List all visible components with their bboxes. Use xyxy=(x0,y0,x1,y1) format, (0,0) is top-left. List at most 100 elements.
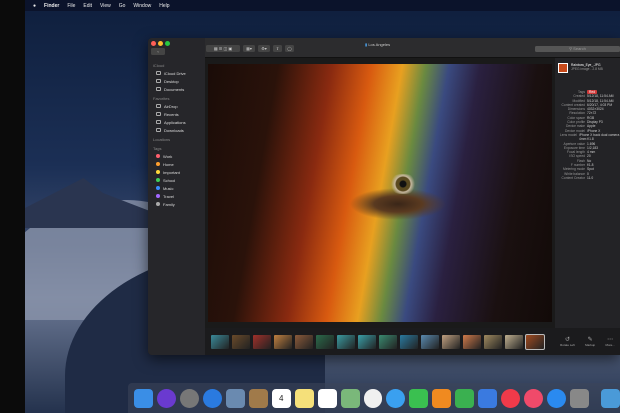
finder-icon[interactable] xyxy=(134,388,153,408)
sidebar-tag-family[interactable]: Family xyxy=(148,200,205,208)
finder-window: ‹ iCloud iCloud Drive Desktop Documents Favo… xyxy=(148,38,620,355)
sidebar-tag-work[interactable]: Work xyxy=(148,152,205,160)
photo-rainbow-eye[interactable] xyxy=(208,64,552,322)
markup-icon: ✎ xyxy=(587,337,593,343)
action-gear-icon[interactable]: ⚙▾ xyxy=(258,45,270,52)
sidebar-item-icloud[interactable]: Desktop xyxy=(148,77,205,85)
menu-help[interactable]: Help xyxy=(159,3,169,9)
system-preferences-icon[interactable] xyxy=(570,388,590,408)
filmstrip-thumbnail[interactable] xyxy=(525,333,545,350)
metadata-row: Lens model iPhone X back dual camera 4mm … xyxy=(555,133,620,142)
mail-photo-icon[interactable] xyxy=(225,388,245,408)
filmstrip-thumbnail[interactable] xyxy=(232,334,250,349)
filmstrip xyxy=(205,328,555,355)
close-button[interactable] xyxy=(151,41,156,46)
photos-icon[interactable] xyxy=(363,388,383,408)
minimize-button[interactable] xyxy=(158,41,163,46)
sidebar-item-favorite[interactable]: AirDrop xyxy=(148,102,205,110)
metadata-value: iPhone X back dual camera 4mm f/1.8 xyxy=(579,132,620,142)
safari-icon[interactable] xyxy=(202,388,222,408)
filmstrip-thumbnail[interactable] xyxy=(484,334,502,349)
sidebar-tag-home[interactable]: Home xyxy=(148,160,205,168)
group-button[interactable]: ▦▾ xyxy=(243,45,255,52)
markup-button[interactable]: ✎ Markup xyxy=(585,336,595,347)
apple-icon[interactable]: ● xyxy=(33,3,36,9)
filmstrip-thumbnail[interactable] xyxy=(316,334,334,349)
keynote-icon[interactable] xyxy=(478,388,498,408)
app-store-icon[interactable] xyxy=(547,388,567,408)
menu-file[interactable]: File xyxy=(67,3,75,9)
sidebar-item-label: Documents xyxy=(164,86,185,92)
tag-label: Music xyxy=(163,185,174,191)
window-title-text: Los Angeles xyxy=(368,42,391,47)
view-mode-buttons[interactable]: ▦ ☰ ◫ ▣ xyxy=(206,45,240,52)
folder-icon: ▮ xyxy=(365,42,368,47)
siri-icon[interactable] xyxy=(156,388,176,408)
file-kind: JPEG image - 2.8 MB xyxy=(571,67,603,71)
icloud-icon xyxy=(156,79,161,83)
sidebar-tag-music[interactable]: Music xyxy=(148,184,205,192)
sidebar-section-header: Favorites xyxy=(153,96,170,101)
tag-label: School xyxy=(163,177,176,183)
zoom-button[interactable] xyxy=(165,41,170,46)
back-forward-button[interactable]: ‹ xyxy=(151,48,165,55)
numbers-icon[interactable] xyxy=(455,388,475,408)
launchpad-icon[interactable] xyxy=(179,388,199,408)
pages-icon[interactable] xyxy=(432,388,452,408)
sidebar-item-icloud[interactable]: iCloud Drive xyxy=(148,69,205,77)
tag-icon[interactable]: ◯ xyxy=(285,45,294,52)
news-icon[interactable] xyxy=(501,388,521,408)
menu-go[interactable]: Go xyxy=(119,3,126,9)
rotate-left-button[interactable]: ↺ Rotate Left xyxy=(560,336,575,347)
sidebar-item-favorite[interactable]: Recents xyxy=(148,110,205,118)
downloads-folder-icon[interactable] xyxy=(601,388,620,408)
sidebar-item-favorite[interactable]: Downloads xyxy=(148,126,205,134)
filmstrip-thumbnail[interactable] xyxy=(463,334,481,349)
filmstrip-thumbnail[interactable] xyxy=(253,334,271,349)
calendar-day: 4 xyxy=(278,393,284,403)
music-icon[interactable] xyxy=(524,388,544,408)
sidebar-item-favorite[interactable]: Applications xyxy=(148,118,205,126)
sidebar-section-header: Locations xyxy=(153,137,171,142)
sidebar-item-icloud[interactable]: Documents xyxy=(148,85,205,93)
tag-color-dot xyxy=(156,154,160,158)
menu-window[interactable]: Window xyxy=(133,3,151,9)
filmstrip-thumbnail[interactable] xyxy=(337,334,355,349)
sidebar-tag-important[interactable]: Important xyxy=(148,168,205,176)
reminders-icon[interactable] xyxy=(317,388,337,408)
filmstrip-thumbnail[interactable] xyxy=(505,334,523,349)
filmstrip-thumbnail[interactable] xyxy=(358,334,376,349)
sidebar-item-label: Desktop xyxy=(164,78,179,84)
metadata-key: Content Creator xyxy=(561,175,585,180)
metadata-row: Content Creator 11.0 xyxy=(555,176,620,180)
contacts-icon[interactable] xyxy=(248,388,268,408)
tag-label: Important xyxy=(163,169,180,175)
filmstrip-thumbnail[interactable] xyxy=(295,334,313,349)
filmstrip-thumbnail[interactable] xyxy=(442,334,460,349)
menu-app[interactable]: Finder xyxy=(44,3,59,9)
filmstrip-thumbnail[interactable] xyxy=(211,334,229,349)
sidebar-tag-travel[interactable]: Travel xyxy=(148,192,205,200)
left-edge xyxy=(0,0,25,413)
filmstrip-thumbnail[interactable] xyxy=(421,334,439,349)
more-button[interactable]: ⋯ More... xyxy=(605,336,614,347)
tag-color-dot xyxy=(156,170,160,174)
messages-icon[interactable] xyxy=(386,388,406,408)
share-icon[interactable]: ⇧ xyxy=(273,45,282,52)
notes-icon[interactable] xyxy=(294,388,314,408)
sidebar-tag-school[interactable]: School xyxy=(148,176,205,184)
facetime-icon[interactable] xyxy=(409,388,429,408)
menu-view[interactable]: View xyxy=(100,3,111,9)
calendar-icon[interactable]: 4 xyxy=(271,388,291,408)
filmstrip-thumbnail[interactable] xyxy=(274,334,292,349)
tag-label: Family xyxy=(163,201,175,207)
menu-edit[interactable]: Edit xyxy=(83,3,92,9)
sidebar-section-header: Tags xyxy=(153,146,162,151)
dock: 4 xyxy=(128,383,620,413)
rotate-left-label: Rotate Left xyxy=(560,343,575,347)
file-thumbnail xyxy=(558,63,568,73)
search-input[interactable]: ⚲ Search xyxy=(535,46,620,52)
filmstrip-thumbnail[interactable] xyxy=(400,334,418,349)
filmstrip-thumbnail[interactable] xyxy=(379,334,397,349)
maps-icon[interactable] xyxy=(340,388,360,408)
